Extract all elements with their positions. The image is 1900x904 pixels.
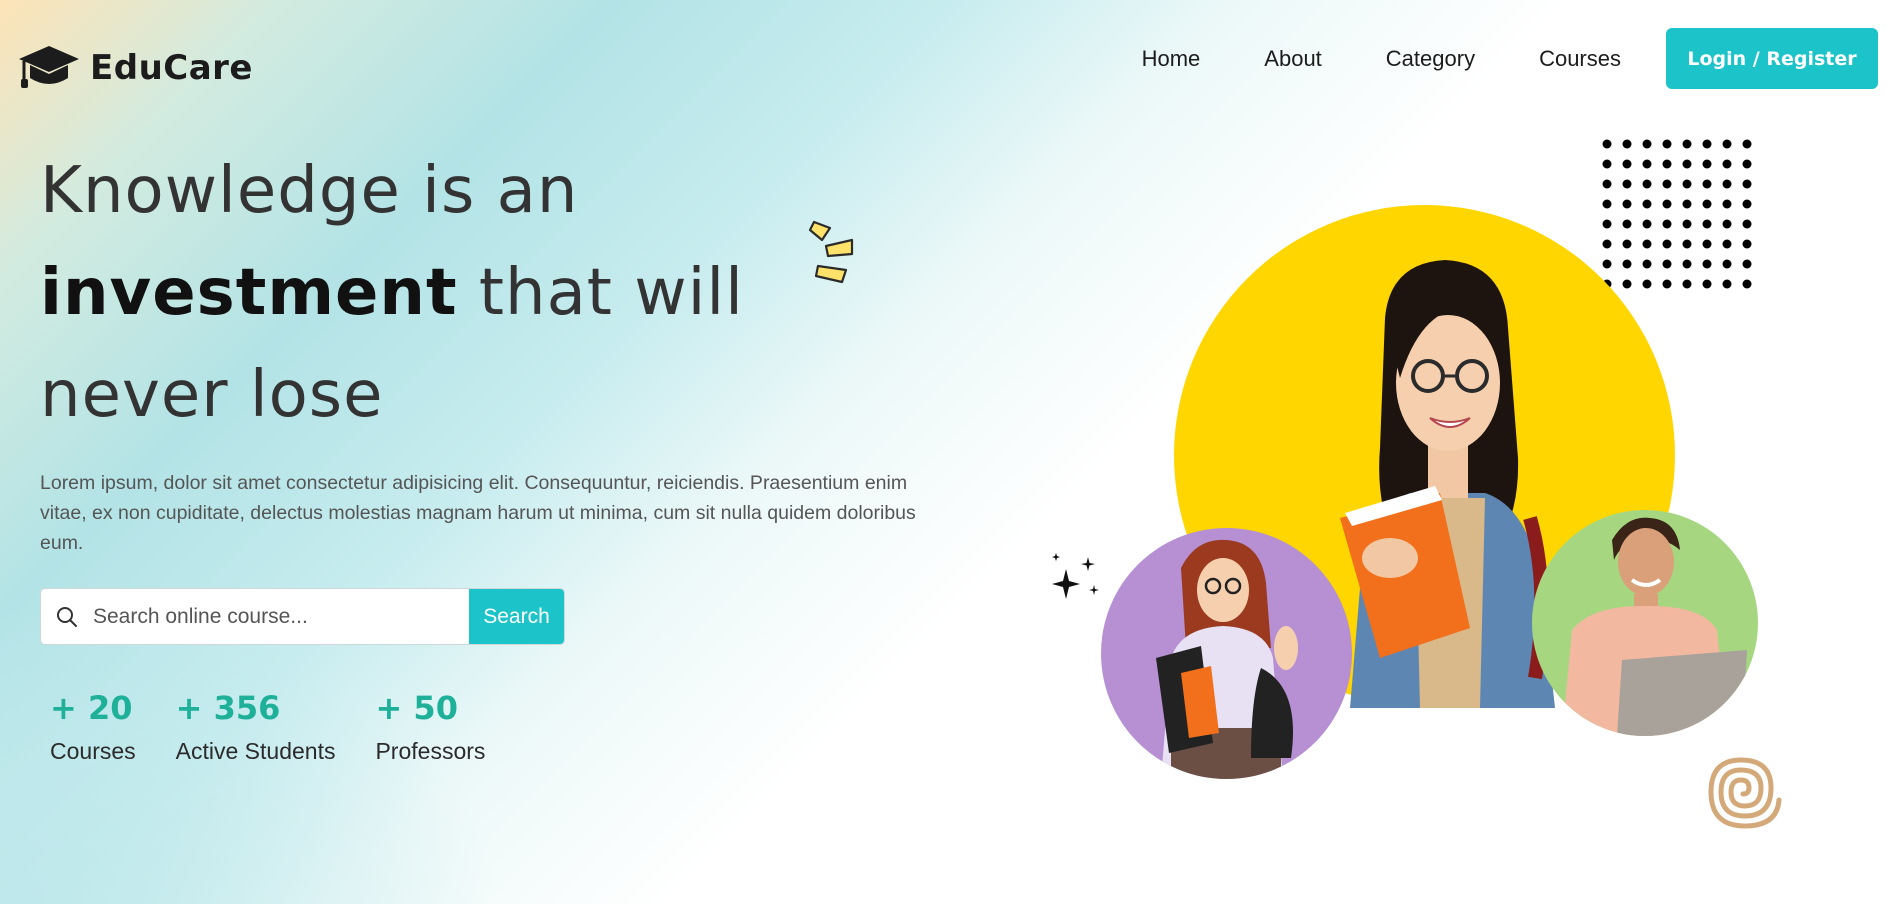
- stat-professors: + 50 Professors: [375, 686, 485, 768]
- student-woman-waving-photo: [1156, 539, 1298, 779]
- hero-title-line-2-rest: that will: [457, 256, 744, 330]
- dot: [1662, 199, 1672, 209]
- dot: [1642, 259, 1652, 269]
- hero-title-line-2: investment that will: [40, 242, 860, 344]
- stat-label: Professors: [375, 738, 486, 764]
- dot: [1722, 139, 1732, 149]
- dot: [1742, 179, 1752, 189]
- dot: [1622, 279, 1632, 289]
- dot: [1662, 259, 1672, 269]
- student-man-laptop-photo: [1562, 517, 1747, 736]
- dot: [1642, 179, 1652, 189]
- stat-value: + 20: [50, 689, 133, 727]
- nav-category[interactable]: Category: [1386, 46, 1475, 72]
- dot: [1662, 239, 1672, 249]
- dot: [1682, 199, 1692, 209]
- brand-logo[interactable]: EduCare: [18, 44, 253, 92]
- dot: [1602, 139, 1612, 149]
- dot: [1642, 199, 1652, 209]
- nav-home[interactable]: Home: [1142, 46, 1201, 72]
- dot: [1742, 199, 1752, 209]
- dot: [1622, 259, 1632, 269]
- dot: [1722, 219, 1732, 229]
- stat-value: + 50: [375, 689, 458, 727]
- tan-spiral-decoration: [1708, 757, 1782, 829]
- dot: [1642, 139, 1652, 149]
- dot: [1702, 239, 1712, 249]
- dot: [1722, 259, 1732, 269]
- dot: [1722, 279, 1732, 289]
- dot: [1742, 259, 1752, 269]
- dot: [1662, 159, 1672, 169]
- sparkle-stars-icon: [1052, 553, 1099, 599]
- dot: [1622, 219, 1632, 229]
- stat-label: Courses: [50, 738, 136, 764]
- dot: [1702, 279, 1712, 289]
- dot: [1682, 219, 1692, 229]
- dot: [1642, 159, 1652, 169]
- stat-courses: + 20 Courses: [50, 686, 136, 768]
- hero-title-highlight: investment: [40, 256, 458, 330]
- dot: [1642, 279, 1652, 289]
- dot: [1682, 239, 1692, 249]
- dot: [1702, 259, 1712, 269]
- dot: [1742, 239, 1752, 249]
- hero-title-line-1: Knowledge is an: [40, 154, 579, 228]
- brand-name: EduCare: [90, 48, 253, 88]
- dot: [1662, 279, 1672, 289]
- dot: [1742, 139, 1752, 149]
- dot: [1702, 219, 1712, 229]
- hero-title: Knowledge is an investment that will nev…: [40, 140, 860, 446]
- dot: [1702, 179, 1712, 189]
- dot: [1602, 239, 1612, 249]
- dot: [1622, 159, 1632, 169]
- dot: [1602, 159, 1612, 169]
- dot: [1742, 279, 1752, 289]
- dot: [1702, 199, 1712, 209]
- hero-title-line-3: never lose: [40, 358, 384, 432]
- login-register-button[interactable]: Login / Register: [1666, 28, 1878, 89]
- main-nav: Home About Category Courses Login / Regi…: [1142, 28, 1878, 89]
- dot: [1682, 179, 1692, 189]
- dot: [1742, 219, 1752, 229]
- nav-about[interactable]: About: [1264, 46, 1322, 72]
- dot: [1622, 239, 1632, 249]
- dot: [1642, 239, 1652, 249]
- dot: [1682, 139, 1692, 149]
- nav-courses[interactable]: Courses: [1539, 46, 1621, 72]
- dot: [1622, 139, 1632, 149]
- dot: [1682, 259, 1692, 269]
- dot: [1722, 239, 1732, 249]
- dot: [1662, 179, 1672, 189]
- dot: [1602, 179, 1612, 189]
- search-input[interactable]: [93, 589, 469, 644]
- course-search: Search: [40, 588, 565, 645]
- stat-value: + 356: [175, 689, 281, 727]
- stat-active-students: + 356 Active Students: [176, 686, 336, 768]
- dot: [1682, 159, 1692, 169]
- dot: [1682, 279, 1692, 289]
- yellow-spark-lines-icon: [808, 220, 854, 284]
- dot: [1702, 139, 1712, 149]
- dot: [1702, 159, 1712, 169]
- dot: [1722, 179, 1732, 189]
- dot: [1602, 199, 1612, 209]
- search-button[interactable]: Search: [469, 589, 564, 644]
- search-icon: [41, 589, 93, 644]
- dot: [1662, 219, 1672, 229]
- dot: [1742, 159, 1752, 169]
- dot: [1722, 199, 1732, 209]
- dot: [1722, 159, 1732, 169]
- dot: [1622, 199, 1632, 209]
- graduation-cap-icon: [19, 46, 79, 88]
- dot: [1662, 139, 1672, 149]
- hero-description: Lorem ipsum, dolor sit amet consectetur …: [40, 472, 916, 554]
- dot-grid-decoration: [1602, 139, 1752, 289]
- dot: [1602, 259, 1612, 269]
- dot: [1622, 179, 1632, 189]
- dot: [1602, 219, 1612, 229]
- stats-row: + 20 Courses + 356 Active Students + 50 …: [50, 686, 525, 768]
- stat-label: Active Students: [175, 738, 336, 764]
- dot: [1642, 219, 1652, 229]
